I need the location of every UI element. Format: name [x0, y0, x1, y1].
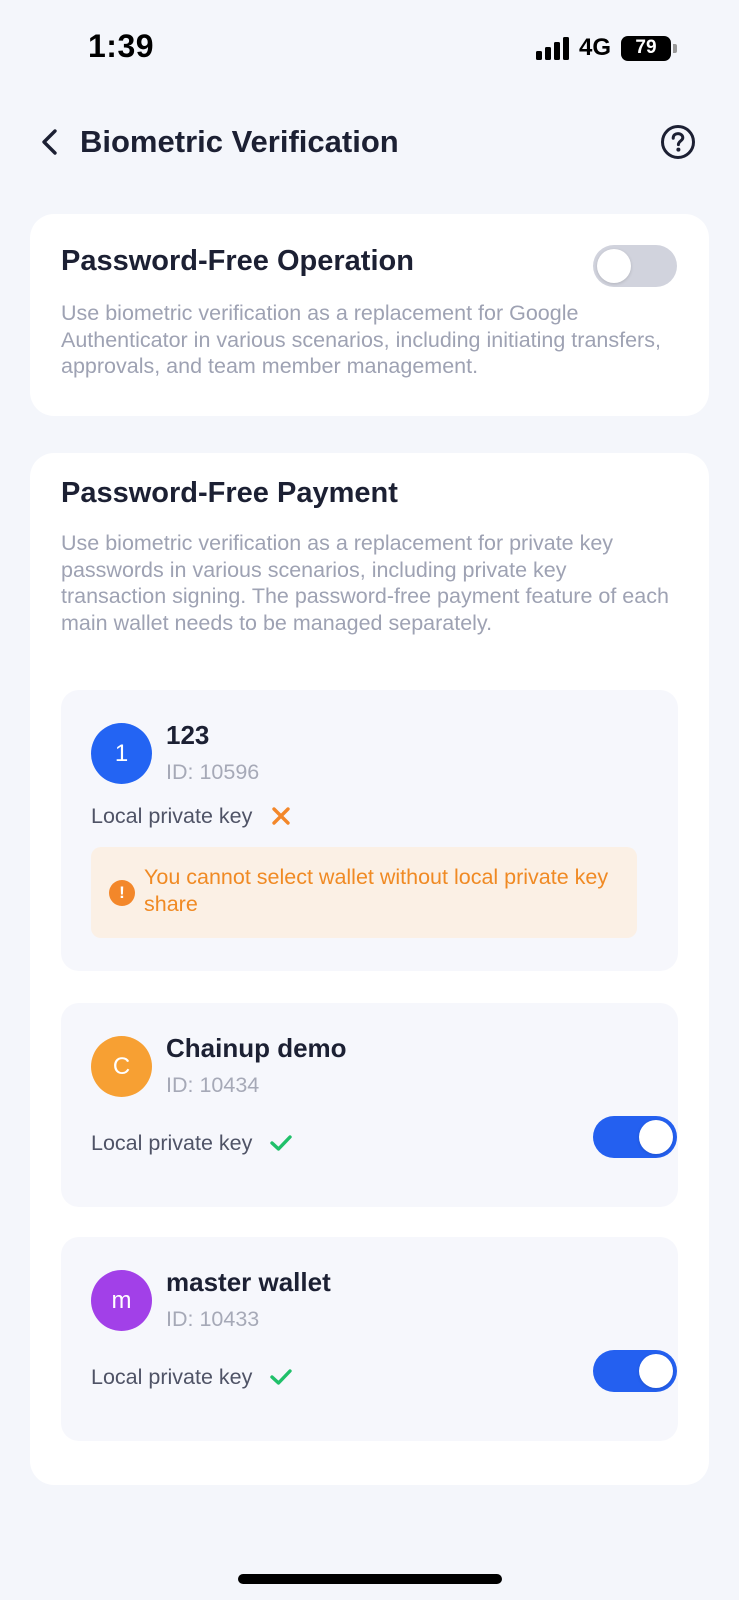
local-key-row: Local private key	[91, 1364, 294, 1390]
page-title: Biometric Verification	[80, 124, 399, 159]
password-free-payment-card: Password-Free Payment Use biometric veri…	[30, 453, 709, 1485]
help-icon	[661, 125, 695, 159]
toggle-knob	[639, 1354, 673, 1388]
wallet-id: ID: 10433	[166, 1307, 260, 1331]
local-key-label: Local private key	[91, 1130, 253, 1155]
avatar: m	[91, 1270, 152, 1331]
wallet-toggle[interactable]	[593, 1350, 677, 1392]
local-key-label: Local private key	[91, 803, 253, 828]
help-button[interactable]	[660, 124, 696, 160]
status-indicators: 4G 79	[535, 34, 677, 62]
payment-title: Password-Free Payment	[61, 477, 398, 509]
cross-icon	[268, 803, 294, 829]
wallet-id: ID: 10596	[166, 760, 260, 784]
screen: 1:39 4G 79 Biometric Verification Passwo…	[0, 0, 739, 1600]
toggle-knob	[597, 249, 631, 283]
payment-description: Use biometric verification as a replacem…	[61, 531, 669, 635]
signal-icon	[535, 36, 569, 60]
operation-toggle[interactable]	[593, 245, 677, 287]
password-free-operation-card: Password-Free Operation Use biometric ve…	[30, 214, 709, 416]
wallet-item: C Chainup demo ID: 10434 Local private k…	[61, 1003, 678, 1207]
wallet-item: 1 123 ID: 10596 Local private key ! You …	[61, 690, 678, 971]
wallet-name: Chainup demo	[166, 1033, 347, 1063]
check-icon	[268, 1364, 294, 1390]
warning-banner: ! You cannot select wallet without local…	[91, 847, 637, 938]
local-key-row: Local private key	[91, 1130, 294, 1156]
warning-icon: !	[109, 880, 135, 906]
wallet-name: 123	[166, 720, 210, 750]
status-bar: 1:39 4G 79	[0, 0, 739, 100]
status-time: 1:39	[88, 28, 155, 64]
operation-description: Use biometric verification as a replacem…	[61, 301, 661, 378]
operation-title: Password-Free Operation	[61, 245, 414, 277]
check-icon	[268, 1130, 294, 1156]
network-label: 4G	[578, 34, 611, 61]
back-button[interactable]	[32, 124, 68, 160]
avatar: 1	[91, 723, 152, 784]
local-key-row: Local private key	[91, 803, 294, 829]
toggle-knob	[639, 1120, 673, 1154]
wallet-name: master wallet	[166, 1267, 331, 1297]
wallet-toggle[interactable]	[593, 1116, 677, 1158]
home-indicator[interactable]	[238, 1574, 502, 1584]
wallet-id: ID: 10434	[166, 1073, 260, 1097]
battery-icon: 79	[621, 35, 677, 61]
battery-level: 79	[621, 35, 671, 61]
nav-header: Biometric Verification	[0, 110, 739, 174]
chevron-left-icon	[42, 129, 57, 155]
warning-text: You cannot select wallet without local p…	[144, 865, 609, 916]
wallet-item: m master wallet ID: 10433 Local private …	[61, 1237, 678, 1441]
avatar: C	[91, 1036, 152, 1097]
local-key-label: Local private key	[91, 1364, 253, 1389]
